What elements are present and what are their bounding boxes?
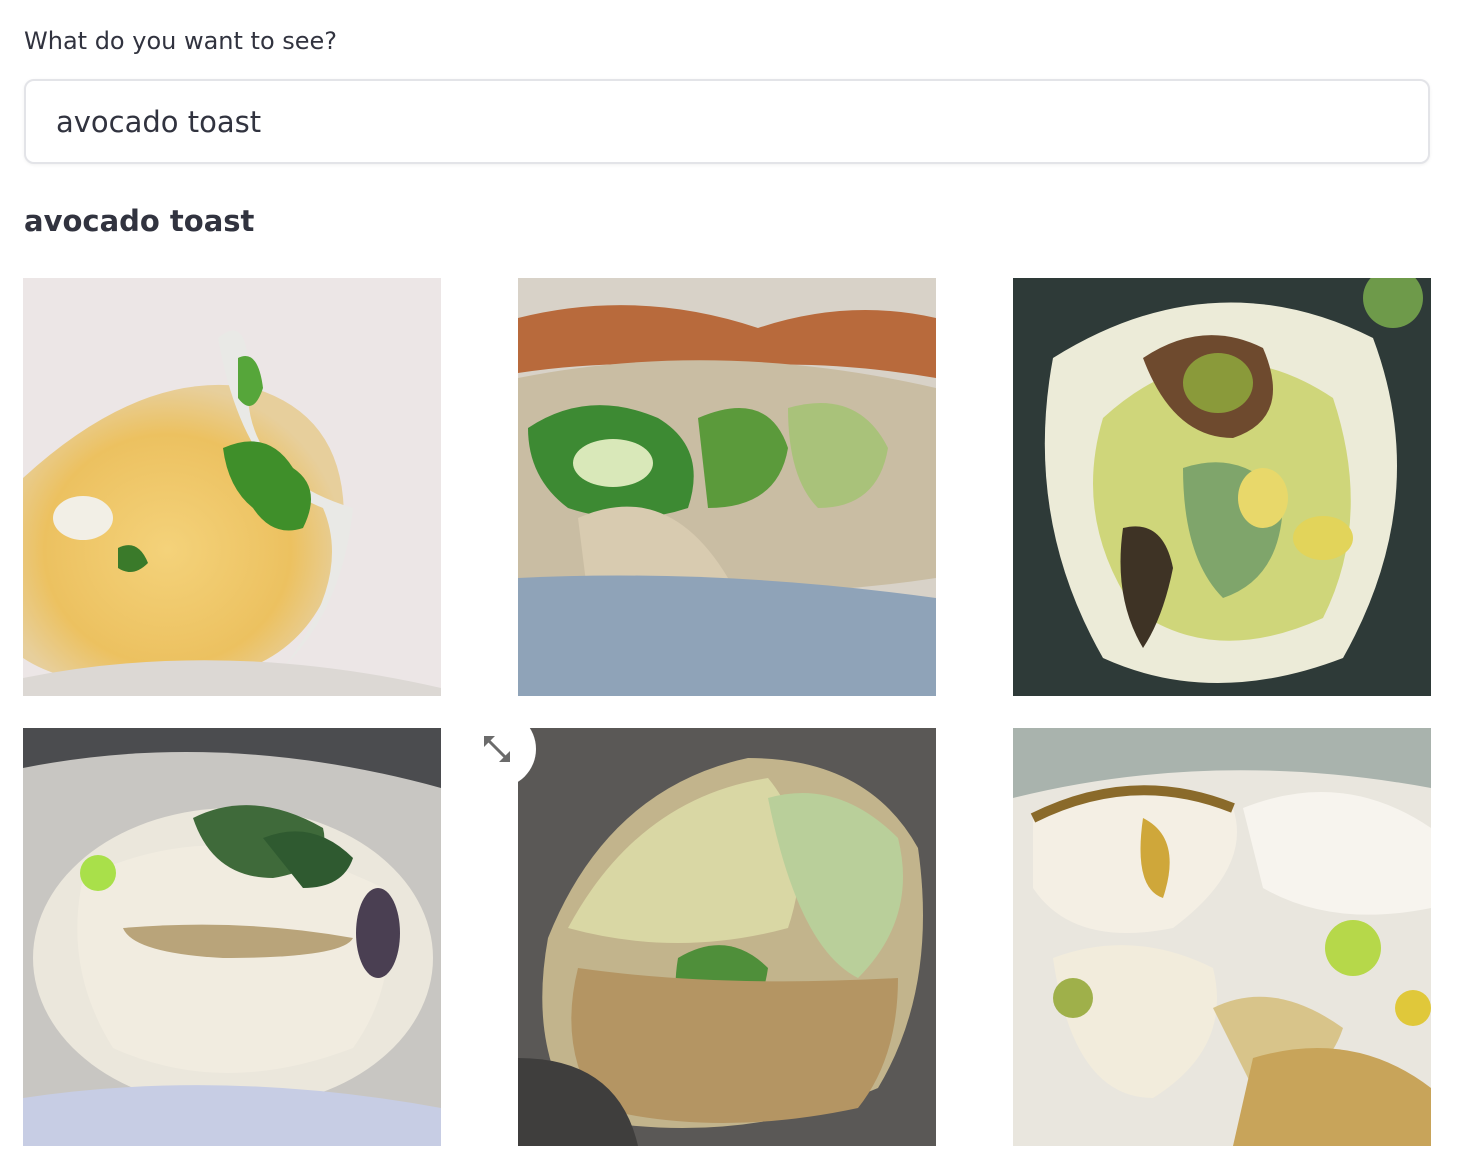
generated-image-4[interactable] <box>23 728 441 1146</box>
expand-arrows-icon <box>484 736 510 762</box>
expand-image-button[interactable] <box>458 710 536 788</box>
generated-image-5-graphic <box>518 728 936 1146</box>
generated-image-2[interactable] <box>518 278 936 696</box>
prompt-label: What do you want to see? <box>24 27 338 55</box>
generated-image-1[interactable] <box>23 278 441 696</box>
result-heading: avocado toast <box>24 204 255 238</box>
generated-image-2-graphic <box>518 278 936 696</box>
generated-image-5[interactable] <box>518 728 936 1146</box>
generated-image-3-graphic <box>1013 278 1431 696</box>
generated-image-1-graphic <box>23 278 441 696</box>
generated-image-6[interactable] <box>1013 728 1431 1146</box>
generated-image-3[interactable] <box>1013 278 1431 696</box>
generated-image-6-graphic <box>1013 728 1431 1146</box>
generated-image-4-graphic <box>23 728 441 1146</box>
prompt-input[interactable] <box>24 79 1430 164</box>
